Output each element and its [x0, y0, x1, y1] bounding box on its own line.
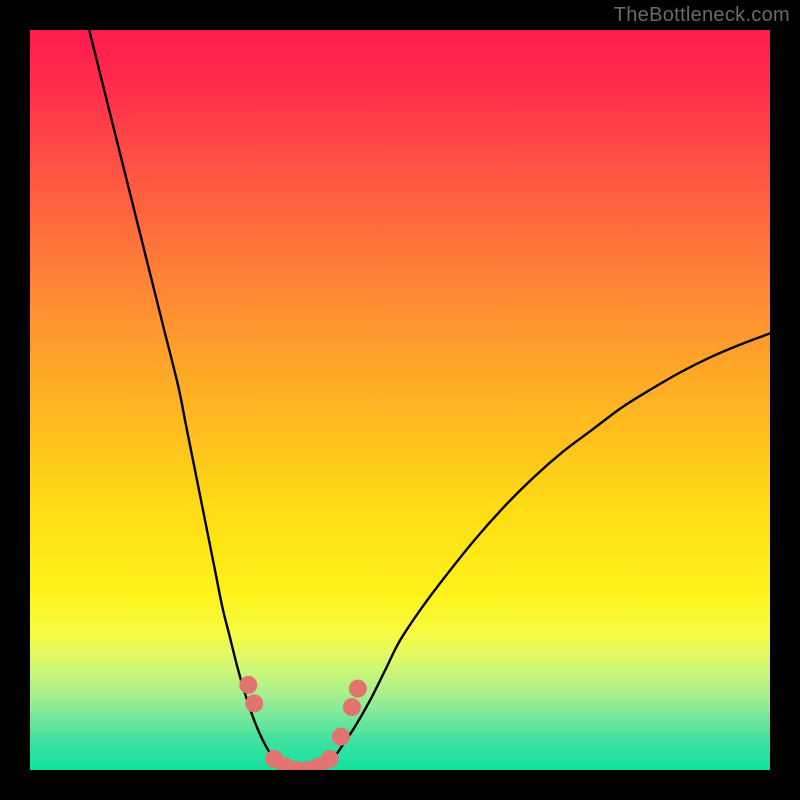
data-marker [332, 728, 350, 746]
chart-svg [30, 30, 770, 770]
curve-right-branch [333, 333, 770, 759]
chart-frame: TheBottleneck.com [0, 0, 800, 800]
curve-left-branch [89, 30, 274, 759]
watermark-text: TheBottleneck.com [614, 4, 790, 27]
data-marker [239, 676, 257, 694]
data-marker [245, 694, 263, 712]
data-marker [343, 698, 361, 716]
plot-area [30, 30, 770, 770]
data-marker [321, 750, 339, 768]
data-marker [349, 680, 367, 698]
